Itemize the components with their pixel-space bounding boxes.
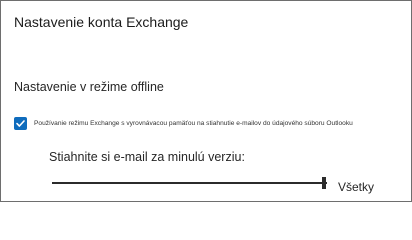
slider-value-label: Všetky: [338, 180, 375, 194]
cached-mode-option[interactable]: Používanie režimu Exchange s vyrovnávaco…: [14, 117, 353, 130]
cached-mode-label: Používanie režimu Exchange s vyrovnávaco…: [34, 120, 353, 127]
exchange-settings-panel: Nastavenie konta Exchange Nastavenie v r…: [0, 0, 412, 202]
checkmark-icon: [16, 120, 25, 127]
slider-thumb[interactable]: [322, 177, 326, 189]
panel-title: Nastavenie konta Exchange: [14, 14, 189, 30]
download-period-label: Stiahnite si e-mail za minulú verziu:: [49, 150, 245, 164]
offline-settings-heading: Nastavenie v režime offline: [14, 80, 164, 94]
download-period-slider[interactable]: [52, 177, 327, 189]
cached-mode-checkbox[interactable]: [14, 117, 27, 130]
slider-track: [52, 182, 327, 184]
